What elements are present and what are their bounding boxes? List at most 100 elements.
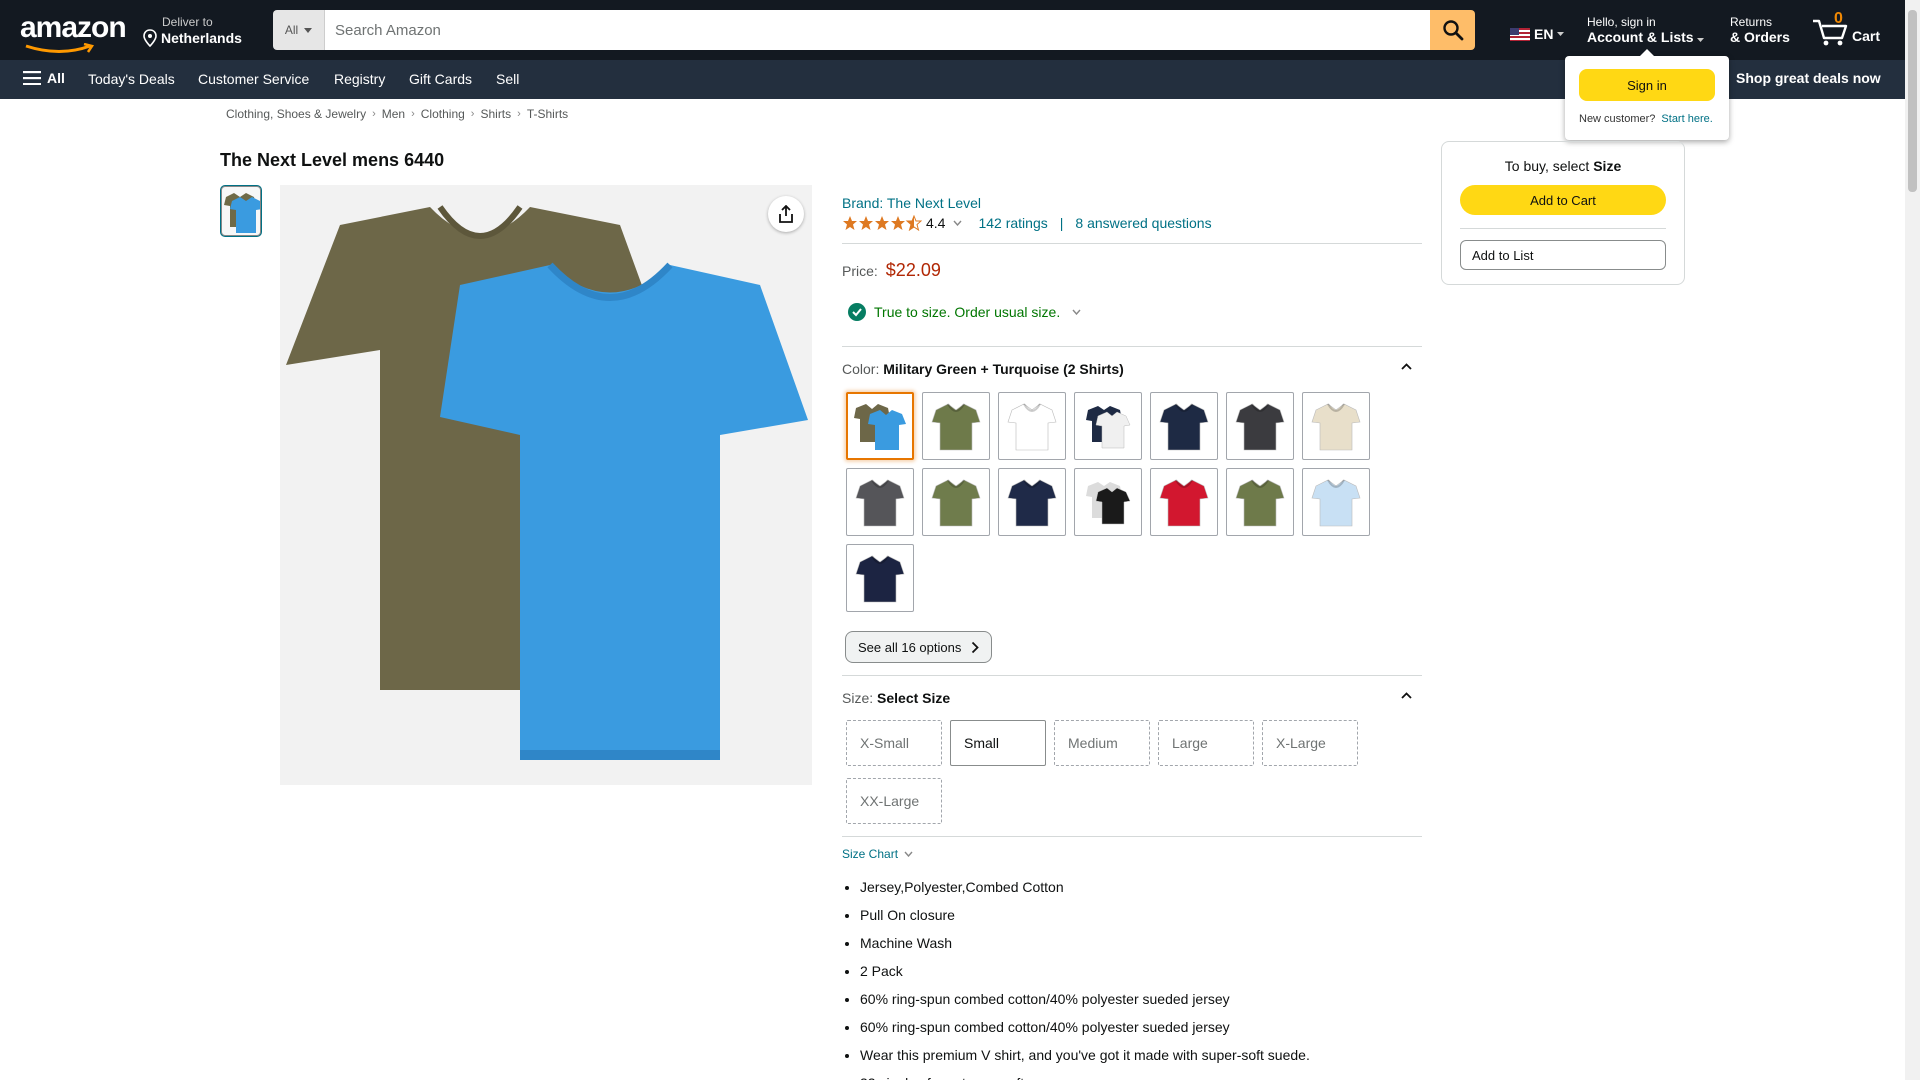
divider: | [1059, 215, 1064, 231]
size-option-small[interactable]: Small [950, 720, 1046, 766]
size-option-x-large[interactable]: X-Large [1262, 720, 1358, 766]
color-swatch-heather-gray[interactable] [846, 468, 914, 536]
color-swatch-military-green-turquoise[interactable] [846, 392, 914, 460]
shirt-swatch-icon [1159, 479, 1209, 527]
answered-questions-link[interactable]: 8 answered questions [1075, 215, 1211, 231]
breadcrumb-item[interactable]: Men [382, 107, 405, 121]
new-customer-label: New customer? [1579, 113, 1656, 125]
color-swatch-white-midnight-navy[interactable] [1074, 392, 1142, 460]
divider [842, 675, 1422, 676]
account-greeting: Hello, sign in [1587, 15, 1656, 29]
add-to-list-button[interactable]: Add to List [1460, 240, 1666, 270]
feature-bullet: Machine Wash [860, 929, 1310, 957]
deliver-to[interactable]: Deliver to Netherlands [142, 15, 242, 47]
all-menu-label: All [47, 70, 65, 86]
logo-text: amazon [20, 11, 127, 44]
color-swatch-olive[interactable] [922, 468, 990, 536]
nav-link-gift-cards[interactable]: Gift Cards [409, 71, 472, 87]
start-here-link[interactable]: Start here. [1661, 113, 1712, 125]
chevron-right-icon: › [372, 108, 376, 120]
breadcrumb-item[interactable]: T-Shirts [527, 107, 568, 121]
breadcrumb-item[interactable]: Clothing, Shoes & Jewelry [226, 107, 366, 121]
color-swatch-midnight-navy[interactable] [1150, 392, 1218, 460]
amazon-logo[interactable]: amazon [20, 11, 127, 53]
selected-size: Select Size [877, 690, 951, 706]
signin-button[interactable]: Sign in [1579, 69, 1715, 101]
nav-link-sell[interactable]: Sell [496, 71, 519, 87]
nav-link-todays-deals[interactable]: Today's Deals [88, 71, 175, 87]
size-option-xx-large[interactable]: XX-Large [846, 778, 942, 824]
search-category-dropdown[interactable]: All [273, 10, 325, 50]
nav-link-registry[interactable]: Registry [334, 71, 385, 87]
breadcrumb: Clothing, Shoes & Jewelry › Men › Clothi… [226, 107, 568, 121]
size-option-medium[interactable]: Medium [1054, 720, 1150, 766]
chevron-down-icon[interactable] [953, 220, 962, 226]
color-swatch-navy[interactable] [998, 468, 1066, 536]
chevron-up-icon[interactable] [1401, 363, 1412, 370]
account-and-lists[interactable]: Hello, sign in Account & Lists [1587, 15, 1705, 45]
shirt-swatch-icon [931, 479, 981, 527]
language-label: EN [1534, 26, 1554, 42]
price-row: Price: $22.09 [842, 260, 941, 281]
chevron-down-icon [1072, 309, 1081, 315]
search-button[interactable] [1430, 10, 1475, 50]
chevron-up-icon[interactable] [1401, 692, 1412, 699]
shirt-swatch-icon [855, 479, 905, 527]
color-swatch-graphite-black[interactable] [1226, 392, 1294, 460]
color-swatch-military-green[interactable] [922, 392, 990, 460]
color-section-header[interactable]: Color: Military Green + Turquoise (2 Shi… [842, 361, 1422, 377]
color-swatch-light-blue[interactable] [1302, 468, 1370, 536]
share-button[interactable] [768, 196, 804, 232]
page-scrollbar[interactable] [1905, 0, 1920, 1080]
share-icon [779, 205, 793, 223]
caret-down-icon [304, 27, 313, 33]
returns-and-orders[interactable]: Returns & Orders [1730, 15, 1790, 45]
fit-text: True to size. Order usual size. [874, 304, 1061, 320]
chevron-right-icon: › [470, 108, 475, 120]
ratings-count-link[interactable]: 142 ratings [978, 215, 1047, 231]
shirt-swatch-icon [1235, 403, 1285, 451]
search-input[interactable] [325, 10, 1430, 50]
color-swatch-white[interactable] [998, 392, 1066, 460]
us-flag-icon [1510, 27, 1530, 41]
fit-recommendation[interactable]: True to size. Order usual size. [848, 303, 1081, 321]
color-swatches [846, 392, 1406, 612]
color-swatch-red[interactable] [1150, 468, 1218, 536]
cart-button[interactable]: 0 Cart [1812, 10, 1882, 50]
size-chart-label: Size Chart [842, 847, 899, 861]
shirt-thumbnail-icon [224, 193, 260, 233]
breadcrumb-item[interactable]: Shirts [480, 107, 511, 121]
size-option-x-small[interactable]: X-Small [846, 720, 942, 766]
caret-down-icon [1557, 32, 1565, 36]
color-swatch-heather-military-green[interactable] [1226, 468, 1294, 536]
check-circle-icon [848, 303, 866, 321]
color-swatch-indigo[interactable] [846, 544, 914, 612]
shirt-swatch-icon [855, 555, 905, 603]
product-title: The Next Level mens 6440 [220, 150, 445, 170]
size-chart-link[interactable]: Size Chart [842, 847, 913, 861]
color-swatch-black-white[interactable] [1074, 468, 1142, 536]
account-label: Account & Lists [1587, 29, 1694, 45]
add-to-cart-button[interactable]: Add to Cart [1460, 185, 1666, 215]
brand-link[interactable]: Brand: The Next Level [842, 195, 981, 211]
size-section-header[interactable]: Size: Select Size [842, 690, 1422, 706]
feature-bullet: Jersey,Polyester,Combed Cotton [860, 873, 1310, 901]
size-option-large[interactable]: Large [1158, 720, 1254, 766]
see-all-options-button[interactable]: See all 16 options [845, 631, 993, 663]
hamburger-icon [23, 71, 41, 85]
scrollbar-thumb[interactable] [1908, 10, 1917, 192]
image-thumbnail[interactable] [221, 186, 261, 236]
search-bar: All [273, 10, 1475, 50]
breadcrumb-item[interactable]: Clothing [421, 107, 465, 121]
language-selector[interactable]: EN [1510, 26, 1565, 42]
star-rating-icon[interactable] [842, 215, 922, 231]
shirt-swatch-icon [1311, 403, 1361, 451]
main-product-image[interactable] [280, 185, 812, 785]
returns-label: Returns [1730, 15, 1773, 29]
all-menu-button[interactable]: All [23, 70, 65, 86]
color-swatch-sand[interactable] [1302, 392, 1370, 460]
promo-link[interactable]: Shop great deals now [1736, 70, 1881, 86]
shirt-swatch-icon [1235, 479, 1285, 527]
nav-link-customer-service[interactable]: Customer Service [198, 71, 309, 87]
feature-bullet: Pull On closure [860, 901, 1310, 929]
